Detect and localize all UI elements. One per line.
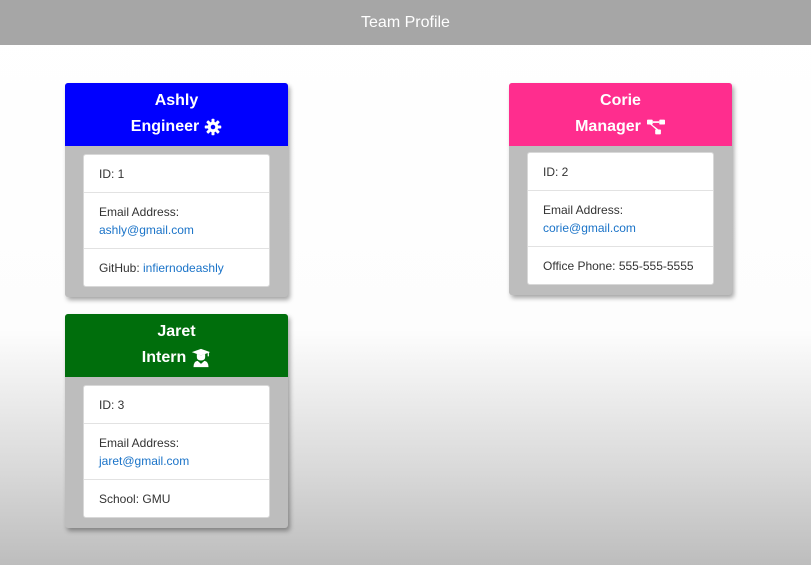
- info-list: ID: 1 Email Address: ashly@gmail.com Git…: [83, 154, 270, 287]
- employee-card-engineer: Ashly Engineer ID: 1 Email Address: ashl…: [65, 83, 288, 297]
- github-label: GitHub:: [99, 260, 144, 275]
- page-title: Team Profile: [361, 13, 450, 31]
- email-link[interactable]: jaret@gmail.com: [99, 452, 254, 470]
- info-list: ID: 3 Email Address: jaret@gmail.com Sch…: [83, 385, 270, 518]
- card-body: ID: 1 Email Address: ashly@gmail.com Git…: [65, 146, 288, 297]
- list-item-email: Email Address: ashly@gmail.com: [84, 192, 269, 248]
- github-link[interactable]: infiernodeashly: [143, 261, 224, 275]
- office-phone: Office Phone: 555-555-5555: [543, 258, 694, 273]
- employee-role: Manager: [575, 118, 641, 135]
- employee-role-line: Manager: [575, 115, 666, 139]
- employee-id: ID: 3: [99, 397, 125, 412]
- employee-name: Ashly: [154, 92, 199, 109]
- card-header: Corie Manager: [509, 83, 732, 146]
- school: School: GMU: [99, 491, 171, 506]
- email-link[interactable]: ashly@gmail.com: [99, 221, 254, 239]
- list-item-email: Email Address: corie@gmail.com: [528, 190, 713, 246]
- employee-card-manager: Corie Manager ID: 2 Email Address: corie…: [509, 83, 732, 295]
- list-item-github: GitHub: infiernodeashly: [84, 248, 269, 286]
- graduate-icon: [191, 348, 211, 368]
- page-header: Team Profile: [0, 0, 811, 45]
- info-list: ID: 2 Email Address: corie@gmail.com Off…: [527, 152, 714, 285]
- list-item-id: ID: 1: [84, 155, 269, 192]
- employee-role-line: Intern: [142, 346, 211, 370]
- employee-name: Jaret: [157, 323, 196, 340]
- employee-role: Intern: [141, 349, 187, 366]
- list-item-id: ID: 2: [528, 153, 713, 190]
- employee-card-intern: Jaret Intern ID: 3 Email Address: jaret@…: [65, 314, 288, 528]
- sitemap-icon: [646, 118, 666, 136]
- list-item-office-phone: Office Phone: 555-555-5555: [528, 246, 713, 284]
- card-header: Jaret Intern: [65, 314, 288, 377]
- employee-role: Engineer: [130, 118, 200, 135]
- list-item-id: ID: 3: [84, 386, 269, 423]
- list-item-email: Email Address: jaret@gmail.com: [84, 423, 269, 479]
- employee-role-line: Engineer: [131, 115, 222, 139]
- list-item-school: School: GMU: [84, 479, 269, 517]
- employee-id: ID: 2: [543, 164, 569, 179]
- card-body: ID: 2 Email Address: corie@gmail.com Off…: [509, 146, 732, 295]
- card-header: Ashly Engineer: [65, 83, 288, 146]
- employee-name: Corie: [600, 92, 641, 109]
- card-body: ID: 3 Email Address: jaret@gmail.com Sch…: [65, 377, 288, 528]
- employee-id: ID: 1: [99, 166, 125, 181]
- email-label: Email Address:: [99, 435, 180, 450]
- email-link[interactable]: corie@gmail.com: [543, 219, 698, 237]
- gear-icon: [204, 118, 222, 136]
- email-label: Email Address:: [99, 204, 180, 219]
- email-label: Email Address:: [543, 202, 624, 217]
